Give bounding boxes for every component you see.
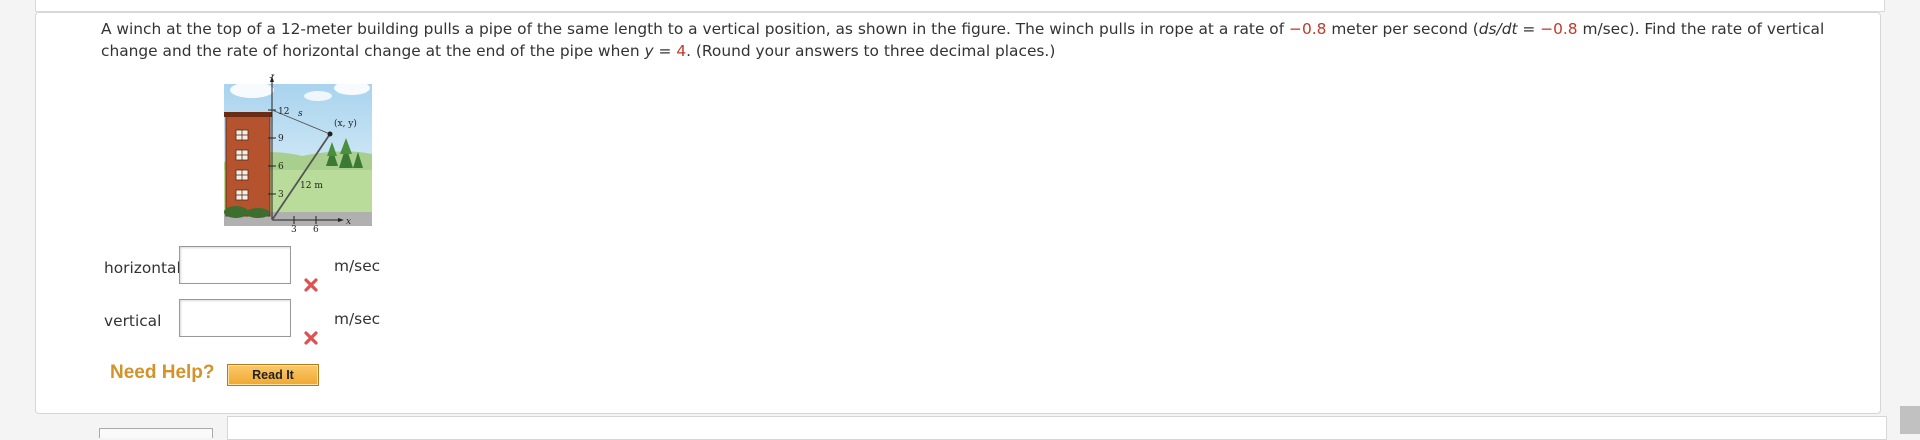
vertical-unit: m/sec — [334, 310, 381, 328]
svg-text:6: 6 — [313, 225, 319, 232]
rate-value: −0.8 — [1289, 20, 1327, 38]
svg-text:3: 3 — [291, 225, 297, 232]
svg-text:9: 9 — [278, 134, 284, 144]
svg-text:x: x — [346, 217, 351, 227]
vertical-label: vertical — [104, 312, 162, 330]
svg-text:6: 6 — [278, 162, 284, 172]
horizontal-unit: m/sec — [334, 257, 381, 275]
bottom-tab — [99, 428, 213, 438]
question-text: A winch at the top of a 12-meter buildin… — [101, 20, 1825, 60]
next-panel — [227, 416, 1887, 440]
y-value: 4 — [676, 42, 687, 60]
incorrect-icon — [304, 278, 318, 292]
horizontal-answer-input[interactable] — [179, 246, 291, 284]
rate-value-2: −0.8 — [1540, 20, 1578, 38]
read-it-button[interactable]: Read It — [227, 364, 319, 386]
winch-figure: y x 12 9 6 3 3 6 s (x, y) 12 m — [224, 74, 372, 232]
svg-text:y: y — [269, 74, 276, 79]
incorrect-icon — [304, 331, 318, 345]
pipe-end-point — [327, 131, 333, 137]
svg-text:12: 12 — [278, 107, 289, 117]
need-help-label: Need Help? — [110, 362, 215, 383]
svg-text:12 m: 12 m — [300, 181, 323, 191]
svg-text:3: 3 — [278, 190, 284, 200]
scrollbar-thumb[interactable] — [1900, 406, 1920, 434]
svg-text:s: s — [298, 109, 303, 119]
horizontal-label: horizontal — [104, 259, 181, 277]
vertical-answer-input[interactable] — [179, 299, 291, 337]
svg-text:(x, y): (x, y) — [334, 118, 357, 129]
